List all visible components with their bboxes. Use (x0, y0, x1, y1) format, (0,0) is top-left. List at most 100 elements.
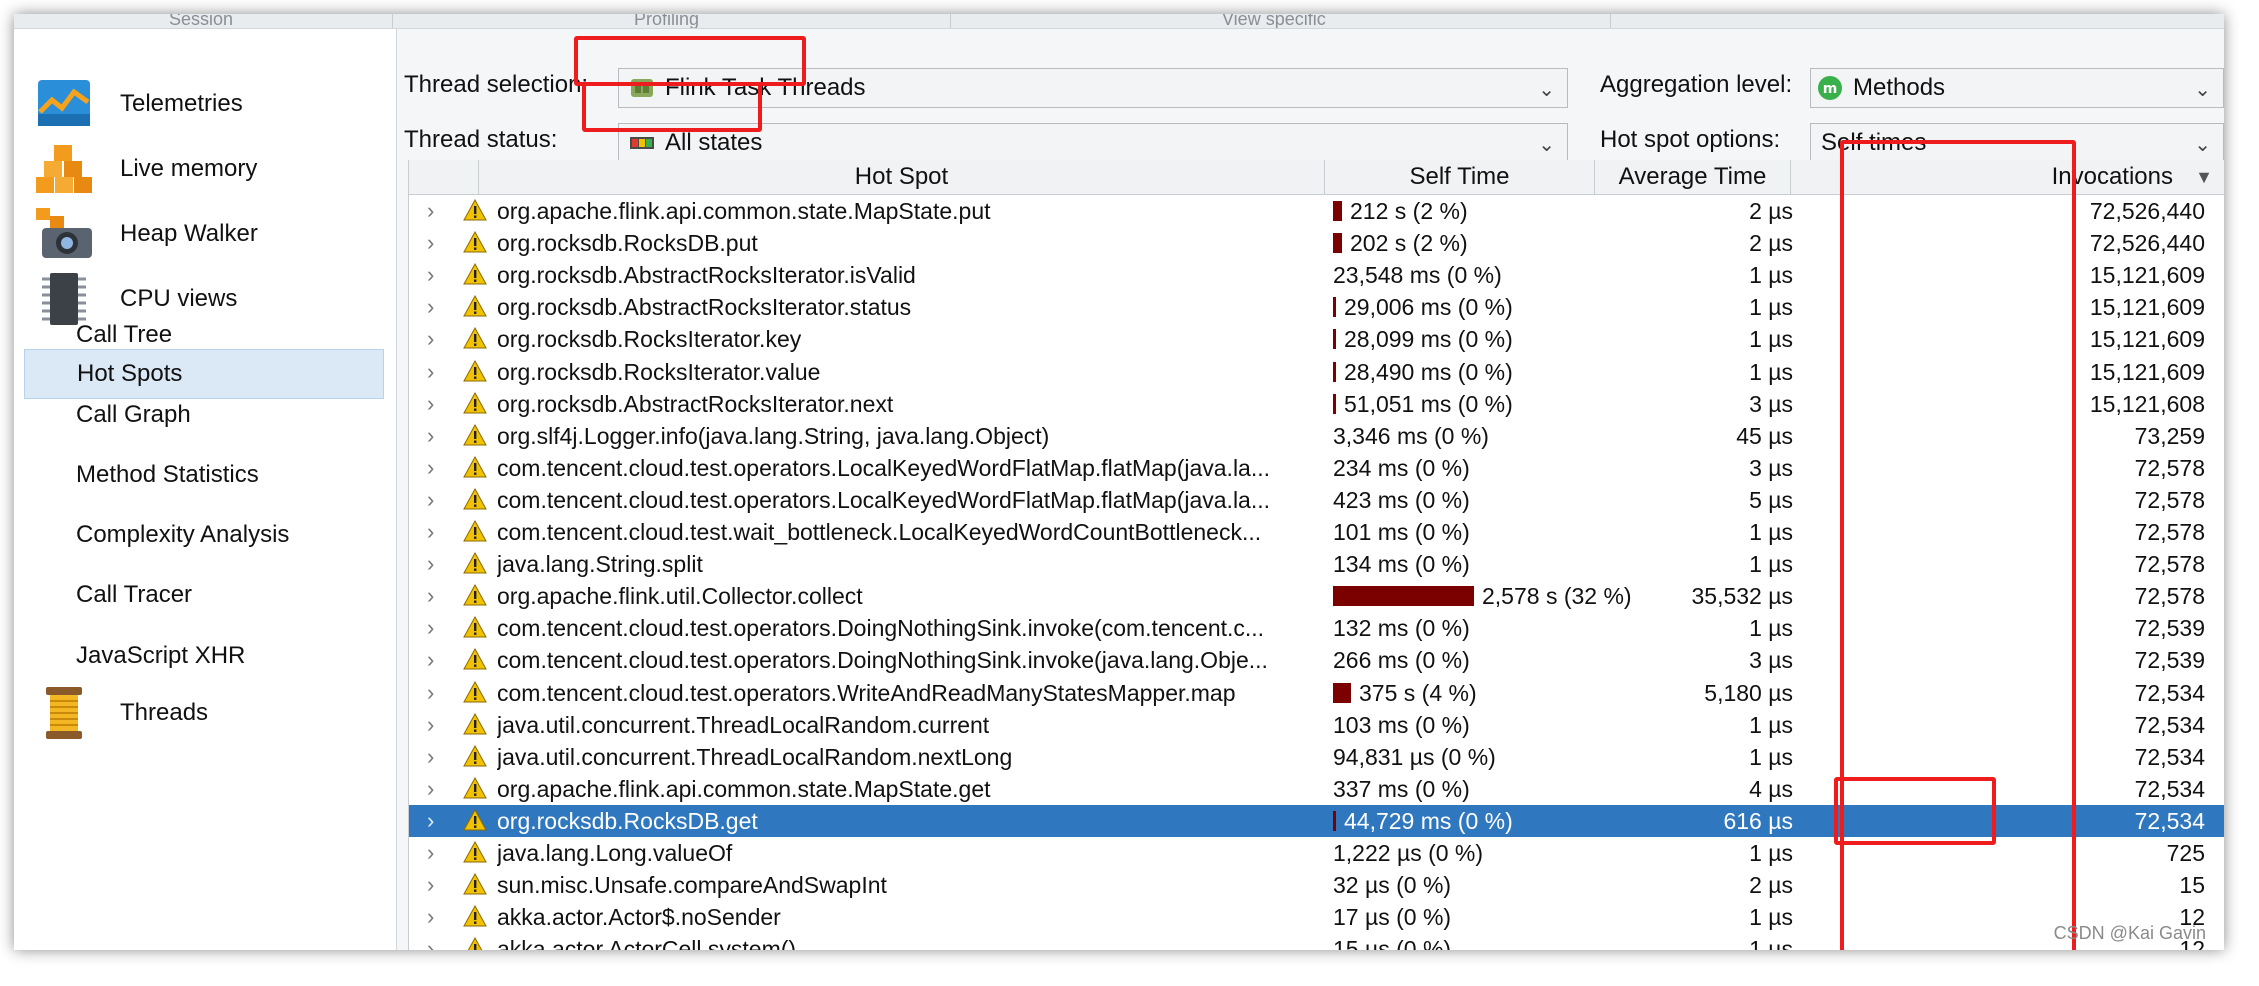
expand-chevron-icon[interactable]: › (427, 195, 434, 227)
sidebar-item-complexity-analysis[interactable]: Complexity Analysis (24, 510, 384, 560)
sort-descending-icon: ▼ (2195, 167, 2213, 187)
chevron-down-icon: ⌄ (1538, 134, 1555, 156)
warning-icon (463, 391, 487, 414)
expand-chevron-icon[interactable]: › (427, 741, 434, 773)
column-header-self-time[interactable]: Self Time (1325, 160, 1595, 194)
invocations-value: 72,578 (2134, 583, 2205, 610)
sidebar-item-threads[interactable]: Threads (34, 678, 384, 748)
expand-chevron-icon[interactable]: › (427, 580, 434, 612)
sidebar-item-live-memory[interactable]: Live memory (34, 134, 384, 204)
sidebar-item-telemetries[interactable]: Telemetries (34, 69, 384, 139)
average-time-value: 1 µs (1749, 519, 1793, 545)
self-time-value: 44,729 ms (0 %) (1344, 807, 1513, 834)
heap-walker-icon (34, 204, 94, 264)
annotation-box-thread-status (582, 82, 762, 132)
average-time-value: 1 µs (1749, 711, 1793, 738)
invocations-value: 72,578 (2134, 454, 2205, 481)
self-time-bar (1333, 201, 1342, 221)
expand-chevron-icon[interactable]: › (427, 291, 434, 323)
self-time-value: 28,099 ms (0 %) (1344, 326, 1513, 353)
average-time-value: 45 µs (1736, 422, 1793, 449)
expand-chevron-icon[interactable]: › (427, 548, 434, 580)
watermark: CSDN @Kai Gavin (2053, 923, 2206, 943)
self-time-bar (1333, 810, 1336, 831)
expand-chevron-icon[interactable]: › (427, 709, 434, 741)
self-time-value: 423 ms (0 %) (1333, 486, 1470, 513)
column-header-average-time[interactable]: Average Time (1595, 160, 1791, 194)
invocations-value: 72,578 (2134, 551, 2205, 578)
self-time-value: 28,490 ms (0 %) (1344, 358, 1513, 385)
hot-spot-method: java.util.concurrent.ThreadLocalRandom.n… (497, 743, 1013, 770)
sidebar-item-call-tracer[interactable]: Call Tracer (24, 570, 384, 620)
aggregation-level-combo[interactable]: m Methods ⌄ (1810, 68, 2224, 108)
average-time-value: 5 µs (1749, 486, 1793, 513)
self-time-value: 134 ms (0 %) (1333, 551, 1470, 578)
expand-chevron-icon[interactable]: › (427, 773, 434, 805)
average-time-value: 1 µs (1749, 294, 1793, 321)
hot-spot-method: java.lang.Long.valueOf (497, 840, 733, 866)
expand-chevron-icon[interactable]: › (427, 644, 434, 676)
view-group-header: Session Profiling View specific (14, 14, 2224, 29)
average-time-value: 3 µs (1749, 647, 1793, 674)
warning-icon (463, 744, 487, 767)
hot-spot-method: org.apache.flink.api.common.state.MapSta… (497, 775, 991, 802)
invocations-value: 72,534 (2134, 743, 2205, 770)
sidebar-item-heap-walker[interactable]: Heap Walker (34, 199, 384, 269)
expand-chevron-icon[interactable]: › (427, 901, 434, 933)
expand-chevron-icon[interactable]: › (427, 933, 434, 950)
hot-spot-method: akka.actor.Actor$.noSender (497, 904, 781, 931)
expand-chevron-icon[interactable]: › (427, 837, 434, 869)
warning-icon (463, 263, 487, 285)
invocations-value: 72,534 (2134, 807, 2205, 834)
average-time-value: 5,180 µs (1704, 679, 1793, 706)
expand-chevron-icon[interactable]: › (427, 259, 434, 291)
self-time-value: 375 s (4 %) (1359, 679, 1477, 706)
expand-chevron-icon[interactable]: › (427, 227, 434, 259)
expand-chevron-icon[interactable]: › (427, 805, 434, 837)
sidebar-item-label: Call Tracer (76, 581, 193, 608)
warning-icon (463, 295, 487, 317)
invocations-value: 72,534 (2134, 775, 2205, 802)
invocations-value: 72,539 (2134, 647, 2205, 674)
hot-spot-method: org.rocksdb.AbstractRocksIterator.isVali… (497, 262, 916, 289)
expand-chevron-icon[interactable]: › (427, 388, 434, 420)
average-time-value: 1 µs (1749, 358, 1793, 385)
average-time-value: 1 µs (1749, 326, 1793, 353)
sidebar-item-label: Complexity Analysis (76, 521, 290, 548)
thread-selection-label: Thread selection: (404, 71, 589, 98)
aggregation-level-label: Aggregation level: (1600, 71, 1793, 98)
hot-spot-method: org.rocksdb.RocksIterator.value (497, 358, 821, 385)
expand-chevron-icon[interactable]: › (427, 323, 434, 355)
self-time-bar (1333, 682, 1351, 703)
sidebar-item-call-graph[interactable]: Call Graph (24, 390, 384, 440)
expand-chevron-icon[interactable]: › (427, 356, 434, 388)
average-time-value: 1 µs (1749, 904, 1793, 931)
hot-spot-method: com.tencent.cloud.test.operators.DoingNo… (497, 615, 1265, 642)
self-time-value: 337 ms (0 %) (1333, 775, 1470, 802)
warning-icon (463, 487, 487, 510)
invocations-value: 15,121,609 (2089, 326, 2205, 353)
expand-chevron-icon[interactable]: › (427, 677, 434, 709)
expand-chevron-icon[interactable]: › (427, 452, 434, 484)
invocations-value: 73,259 (2134, 422, 2205, 449)
warning-icon (463, 552, 487, 574)
sidebar-item-javascript-xhr[interactable]: JavaScript XHR (24, 631, 384, 681)
warning-icon (463, 199, 487, 221)
column-header-hot-spot[interactable]: Hot Spot (479, 160, 1325, 194)
self-time-value: 132 ms (0 %) (1333, 615, 1470, 642)
expand-chevron-icon[interactable]: › (427, 484, 434, 516)
invocations-value: 72,578 (2134, 486, 2205, 513)
expand-chevron-icon[interactable]: › (427, 869, 434, 901)
invocations-value: 72,539 (2134, 615, 2205, 642)
warning-icon (463, 680, 487, 702)
expand-chevron-icon[interactable]: › (427, 420, 434, 452)
expand-chevron-icon[interactable]: › (427, 612, 434, 644)
group-profiling: Profiling (634, 14, 700, 29)
sidebar-item-method-statistics[interactable]: Method Statistics (24, 450, 384, 500)
sidebar-item-label: Call Graph (76, 401, 191, 428)
hot-spot-method: org.apache.flink.api.common.state.MapSta… (497, 198, 991, 224)
average-time-value: 1 µs (1749, 743, 1793, 770)
sidebar-item-label: Hot Spots (77, 360, 183, 387)
tree-column-header (409, 160, 479, 194)
expand-chevron-icon[interactable]: › (427, 516, 434, 548)
